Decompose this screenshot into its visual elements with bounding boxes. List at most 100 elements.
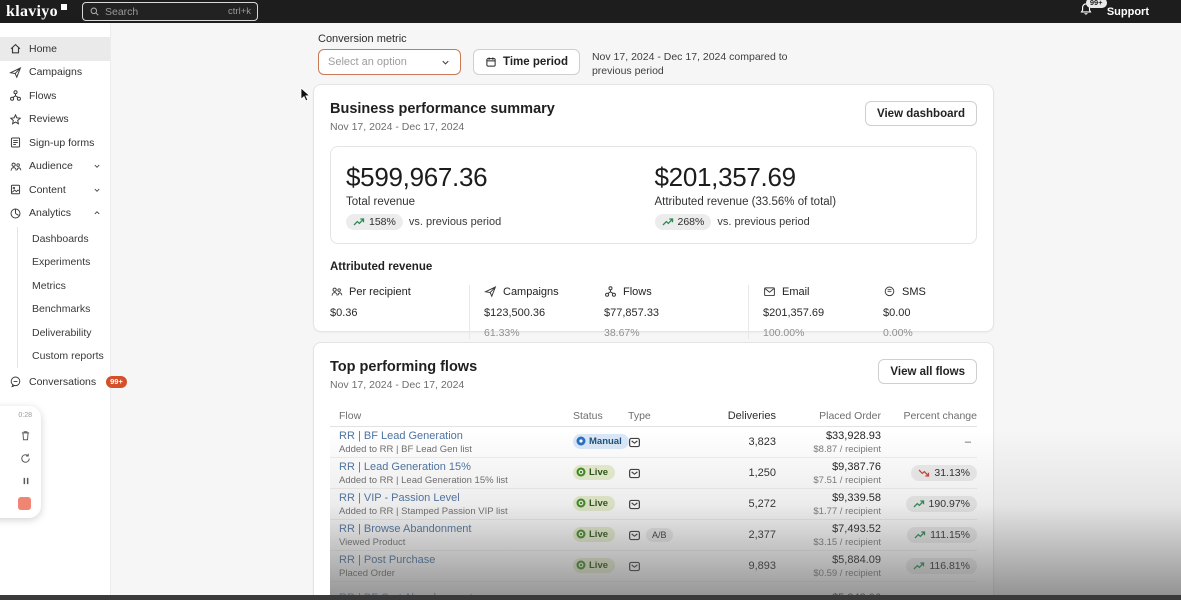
sidebar-item-label: Content xyxy=(29,184,66,196)
support-link[interactable]: Support xyxy=(1107,6,1165,18)
trend-down-icon xyxy=(918,468,930,478)
live-status-icon xyxy=(576,498,586,508)
change-badge: 268% xyxy=(655,214,712,230)
sidebar-item-label: Sign-up forms xyxy=(29,137,94,149)
date-range-note: Nov 17, 2024 - Dec 17, 2024 compared to … xyxy=(592,49,807,78)
trend-up-icon xyxy=(662,217,674,227)
live-status-icon xyxy=(576,467,586,477)
change-badge: 158% xyxy=(346,214,403,230)
sidebar-item-flows[interactable]: Flows xyxy=(0,84,110,108)
sidebar-item-experiments[interactable]: Experiments xyxy=(18,251,110,275)
sidebar-item-campaigns[interactable]: Campaigns xyxy=(0,61,110,85)
percent-change-badge: 31.13% xyxy=(911,465,977,481)
conversations-badge: 99+ xyxy=(106,376,127,388)
sidebar-item-reviews[interactable]: Reviews xyxy=(0,108,110,132)
send-icon xyxy=(484,285,497,298)
attributed-revenue-breakdown: Per recipient $0.36 Campaigns $123,500.3… xyxy=(330,285,977,339)
per-recipient-value: $7.51 / recipient xyxy=(776,475,881,486)
sidebar-item-analytics[interactable]: Analytics xyxy=(0,202,110,226)
percent-change-badge: 190.97% xyxy=(906,496,977,512)
sms-column: SMS $0.00 0.00% xyxy=(883,285,977,339)
conversion-metric-select[interactable]: Select an option xyxy=(318,49,461,75)
klaviyo-logo[interactable]: klaviyo xyxy=(6,3,67,21)
sidebar-item-audience[interactable]: Audience xyxy=(0,155,110,179)
sidebar-item-deliverability[interactable]: Deliverability xyxy=(18,321,110,345)
logo-flag-icon xyxy=(61,4,67,10)
deliveries-value: 5,272 xyxy=(688,498,776,510)
email-type-icon xyxy=(628,529,641,542)
pie-icon xyxy=(9,207,22,220)
pause-icon[interactable] xyxy=(20,475,32,487)
table-row[interactable]: RR | Lead Generation 15% Added to RR | L… xyxy=(330,458,977,489)
sidebar-item-label: Campaigns xyxy=(29,66,82,78)
document-icon xyxy=(9,183,22,196)
trash-icon[interactable] xyxy=(19,429,32,442)
flow-trigger: Added to RR | Lead Generation 15% list xyxy=(339,475,573,486)
flow-link[interactable]: RR | VIP - Passion Level xyxy=(339,492,573,504)
sidebar-item-label: Reviews xyxy=(29,113,69,125)
sidebar-item-dashboards[interactable]: Dashboards xyxy=(18,227,110,251)
flow-link[interactable]: RR | BF Lead Generation xyxy=(339,430,573,442)
table-row[interactable]: RR | VIP - Passion Level Added to RR | S… xyxy=(330,489,977,520)
per-recipient-value: $0.59 / recipient xyxy=(776,568,881,579)
revenue-metrics: $599,967.36 Total revenue 158% vs. previ… xyxy=(330,146,977,244)
sidebar-item-signup-forms[interactable]: Sign-up forms xyxy=(0,131,110,155)
flow-link[interactable]: RR | Lead Generation 15% xyxy=(339,461,573,473)
chevron-down-icon xyxy=(92,185,102,195)
table-row[interactable]: RR | Browse Abandonment Viewed Product L… xyxy=(330,520,977,551)
flow-link[interactable]: RR | Post Purchase xyxy=(339,554,573,566)
restart-icon[interactable] xyxy=(19,452,32,465)
conversion-metric-label: Conversion metric xyxy=(318,33,807,45)
status-badge-manual: Manual xyxy=(573,434,629,449)
sidebar-item-label: Home xyxy=(29,43,57,55)
star-icon xyxy=(9,113,22,126)
time-period-label: Time period xyxy=(503,56,568,68)
card-date-range: Nov 17, 2024 - Dec 17, 2024 xyxy=(330,379,477,391)
chat-icon xyxy=(9,375,22,388)
sidebar-item-benchmarks[interactable]: Benchmarks xyxy=(18,298,110,322)
search-icon xyxy=(89,6,100,17)
notifications-button[interactable]: 99+ xyxy=(1079,2,1093,21)
change-suffix: vs. previous period xyxy=(717,216,809,228)
view-all-flows-button[interactable]: View all flows xyxy=(878,359,977,384)
topbar: klaviyo ctrl+k 99+ Support xyxy=(0,0,1181,23)
sidebar-item-custom-reports[interactable]: Custom reports xyxy=(18,345,110,369)
flow-trigger: Placed Order xyxy=(339,568,573,579)
placed-order-value: $5,884.09 xyxy=(776,554,881,566)
trend-up-icon xyxy=(913,499,925,509)
view-dashboard-button[interactable]: View dashboard xyxy=(865,101,977,126)
email-type-icon xyxy=(628,467,641,480)
top-performing-flows-card: Top performing flows Nov 17, 2024 - Dec … xyxy=(313,342,994,600)
sidebar-item-metrics[interactable]: Metrics xyxy=(18,274,110,298)
sidebar-item-home[interactable]: Home xyxy=(0,37,110,61)
email-type-icon xyxy=(628,560,641,573)
business-performance-card: Business performance summary Nov 17, 202… xyxy=(313,84,994,332)
sidebar-item-label: Flows xyxy=(29,90,56,102)
flows-column: Flows $77,857.33 38.67% xyxy=(604,285,749,339)
per-recipient-value: $1.77 / recipient xyxy=(776,506,881,517)
global-search[interactable]: ctrl+k xyxy=(82,2,258,21)
time-period-button[interactable]: Time period xyxy=(473,49,580,75)
people-icon xyxy=(9,160,22,173)
sidebar-item-label: Conversations xyxy=(29,376,96,388)
live-status-icon xyxy=(576,529,586,539)
total-revenue-value: $599,967.36 xyxy=(346,162,654,193)
table-row[interactable]: RR | Post Purchase Placed Order Live 9,8… xyxy=(330,551,977,582)
logo-text: klaviyo xyxy=(6,3,58,20)
home-icon xyxy=(9,42,22,55)
total-revenue-label: Total revenue xyxy=(346,196,654,208)
sidebar-item-conversations[interactable]: Conversations 99+ xyxy=(0,370,110,394)
trend-up-icon xyxy=(353,217,365,227)
sidebar-item-label: Analytics xyxy=(29,207,71,219)
sidebar-item-content[interactable]: Content xyxy=(0,178,110,202)
attributed-revenue-label: Attributed revenue (33.56% of total) xyxy=(655,196,963,208)
flow-link[interactable]: RR | Browse Abandonment xyxy=(339,523,573,535)
deliveries-value: 3,823 xyxy=(688,436,776,448)
table-row[interactable]: RR | BF Lead Generation Added to RR | BF… xyxy=(330,427,977,458)
status-badge-live: Live xyxy=(573,527,615,542)
stop-recording-button[interactable] xyxy=(18,497,31,510)
placed-order-value: $9,339.58 xyxy=(776,492,881,504)
header-flow: Flow xyxy=(330,410,573,422)
chevron-down-icon xyxy=(440,57,451,68)
search-input[interactable] xyxy=(105,6,223,18)
